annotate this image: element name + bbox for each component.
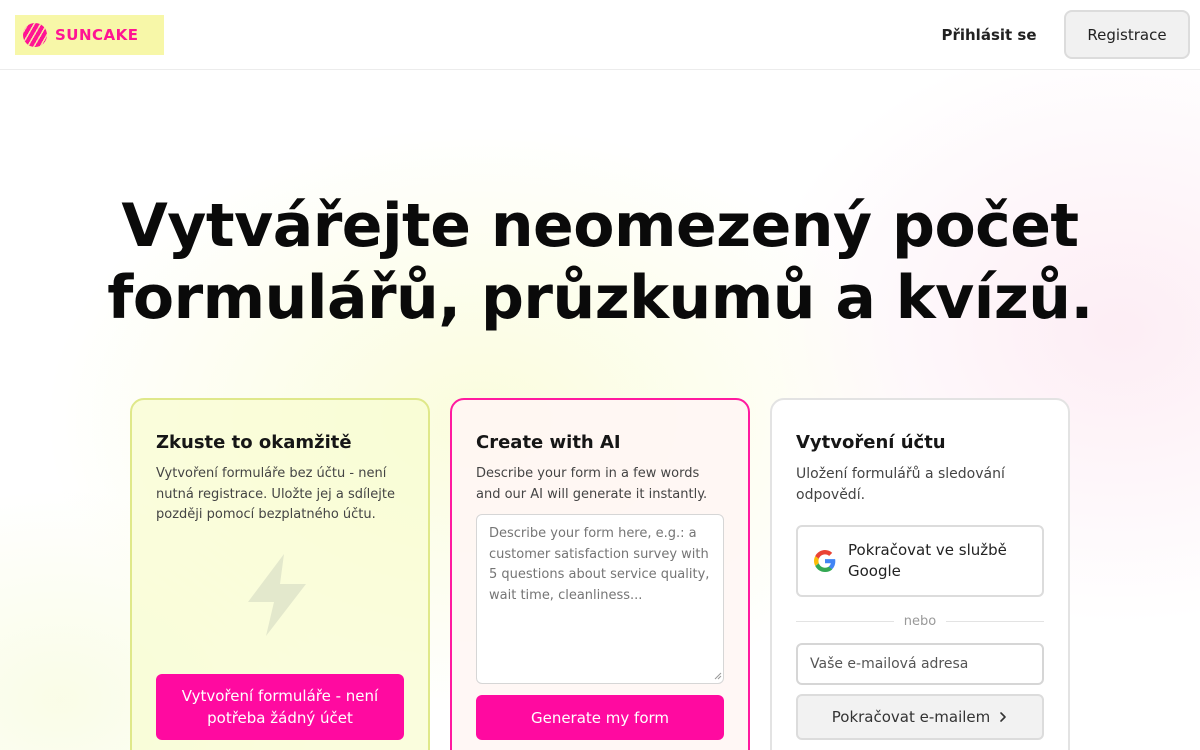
create-account-card: Vytvoření účtu Uložení formulářů a sledo… <box>770 398 1070 750</box>
divider-line-right <box>946 620 1045 622</box>
try-instantly-description: Vytvoření formuláře bez účtu - není nutn… <box>156 466 395 522</box>
create-with-ai-description: Describe your form in a few words and ou… <box>476 466 708 502</box>
hero-title-line-1: Vytvářejte neomezený počet <box>121 191 1079 261</box>
create-form-no-account-button[interactable]: Vytvoření formuláře - není potřeba žádný… <box>156 674 404 740</box>
google-icon <box>814 550 836 572</box>
generate-form-button[interactable]: Generate my form <box>476 695 724 740</box>
suncake-logo[interactable]: SUNCAKE <box>15 15 164 55</box>
logo-mark-icon <box>23 23 47 47</box>
try-instantly-title: Zkuste to okamžitě <box>156 432 352 453</box>
email-input[interactable] <box>796 643 1044 685</box>
continue-with-google-label: Pokračovat ve službě Google <box>848 541 1007 580</box>
create-with-ai-title: Create with AI <box>476 432 621 453</box>
continue-with-email-label: Pokračovat e-mailem <box>831 708 991 726</box>
or-divider-text: nebo <box>903 613 937 629</box>
logo-text: SUNCAKE <box>55 26 139 44</box>
divider-line-left <box>796 620 894 622</box>
lightning-bolt-icon <box>248 554 306 636</box>
chevron-right-icon <box>1000 712 1007 722</box>
create-account-description: Uložení formulářů a sledování odpovědí. <box>796 466 1005 503</box>
hero-title: Vytvářejte neomezený počet formulářů, pr… <box>100 190 1100 334</box>
continue-with-google-button[interactable]: Pokračovat ve službě Google <box>796 525 1044 597</box>
top-navbar: SUNCAKE Přihlásit se Registrace <box>0 0 1200 70</box>
continue-with-email-button[interactable]: Pokračovat e-mailem <box>796 694 1044 740</box>
generate-form-label: Generate my form <box>530 708 670 727</box>
hero-title-line-2: formulářů, průzkumů a kvízů. <box>107 263 1093 333</box>
try-instantly-card: Zkuste to okamžitě Vytvoření formuláře b… <box>130 398 430 750</box>
register-button[interactable]: Registrace <box>1064 10 1190 59</box>
register-button-label: Registrace <box>1087 25 1167 44</box>
create-account-title: Vytvoření účtu <box>796 432 946 453</box>
create-form-no-account-label: Vytvoření formuláře - není potřeba žádný… <box>181 687 379 727</box>
ai-prompt-textarea[interactable] <box>476 514 724 684</box>
resize-grip-icon[interactable] <box>714 672 722 680</box>
create-with-ai-card: Create with AI Describe your form in a f… <box>450 398 750 750</box>
login-link[interactable]: Přihlásit se <box>930 22 1048 48</box>
or-divider: nebo <box>796 611 1045 631</box>
